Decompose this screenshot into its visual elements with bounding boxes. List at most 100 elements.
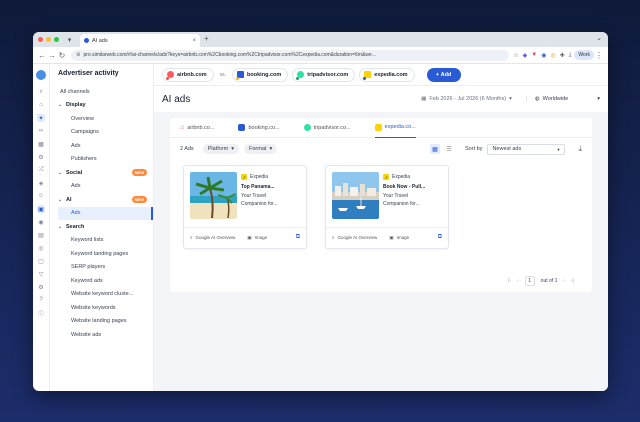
shuffle-icon[interactable]: ⤮ <box>37 166 45 174</box>
close-window-button[interactable] <box>38 37 43 42</box>
globe-icon: ◍ <box>534 96 540 102</box>
expedia-logo-icon <box>363 71 372 80</box>
sort-select[interactable]: Newest ads ▼ <box>487 143 566 155</box>
sidebar-section-display[interactable]: ⌄ Display <box>58 99 153 113</box>
ad-title: Top Panama... <box>241 184 275 190</box>
sidebar-item-keyword-lists[interactable]: Keyword lists <box>58 234 153 248</box>
megaphone-icon[interactable]: ◈ <box>37 179 45 187</box>
menu-icon[interactable]: ⋮ <box>594 51 604 60</box>
competitor-chip[interactable]: booking.com <box>232 67 289 82</box>
sidebar-item-website-ads[interactable]: Website ads <box>58 328 153 342</box>
ai-sparkle-icon[interactable]: ✦ <box>37 114 45 122</box>
minimize-window-button[interactable] <box>46 37 51 42</box>
home-icon[interactable]: ⌂ <box>37 101 45 109</box>
platform-filter[interactable]: Platform ▾ <box>202 144 240 154</box>
list-view-icon[interactable]: ☰ <box>444 144 454 154</box>
sidebar-section-ai[interactable]: ⌄ AI NEW <box>58 193 153 207</box>
competitor-chip[interactable]: expedia.com <box>359 67 415 82</box>
sidebar-item-website-landing-pages[interactable]: Website landing pages <box>58 315 153 329</box>
browser-tab[interactable]: AI ads × <box>80 34 200 47</box>
sidebar-item-social-ads[interactable]: Ads <box>58 180 153 194</box>
booking-logo-icon <box>238 124 246 131</box>
external-link-icon[interactable]: ⧉ <box>296 234 300 241</box>
sidebar-section-search[interactable]: ⌄ Search <box>58 220 153 234</box>
link-icon[interactable]: ∞ <box>37 127 45 135</box>
forward-icon[interactable]: → <box>47 51 57 60</box>
sidebar-item-publishers[interactable]: Publishers <box>58 153 153 167</box>
filter-icon[interactable]: ▽ <box>37 270 45 278</box>
ad-card[interactable]: ↗ Expedia Top Panama... Your Travel Comp… <box>183 165 307 249</box>
search-icon: ⌕ <box>332 235 335 240</box>
expedia-logo-icon <box>374 123 382 131</box>
tab-tripadvisor[interactable]: tripadvisor.co... <box>303 118 351 138</box>
site-info-icon[interactable]: ⚙ <box>76 52 80 58</box>
beach-image <box>190 172 237 219</box>
sidebar-item-display-ads[interactable]: Ads <box>58 139 153 153</box>
calendar-icon[interactable]: ▦ <box>37 140 45 148</box>
next-page-icon[interactable]: › <box>563 278 565 284</box>
tab-booking[interactable]: booking.co... <box>238 118 280 138</box>
ad-card-footer: ⌕ Google AI Overview ▣ Image ⧉ <box>326 227 448 247</box>
people-icon[interactable]: ☺ <box>37 192 45 200</box>
sidebar-item-website-keywords[interactable]: Website keywords <box>58 301 153 315</box>
sidebar-item-serp-players[interactable]: SERP players <box>58 261 153 275</box>
info-icon[interactable]: ⓘ <box>37 309 45 318</box>
ad-card-footer: ⌕ Google AI Overview ▣ Image ⧉ <box>184 227 306 247</box>
reload-icon[interactable]: ↻ <box>57 51 67 60</box>
help-icon[interactable]: ? <box>37 296 45 304</box>
puzzle-icon[interactable]: ✚ <box>560 52 565 59</box>
close-tab-icon[interactable]: × <box>192 38 196 44</box>
maximize-window-button[interactable] <box>54 37 59 42</box>
settings-icon[interactable]: ⚙ <box>37 283 45 291</box>
extension-icon[interactable]: ◎ <box>550 52 555 59</box>
region-dropdown[interactable]: ◍ Worldwide ▾ <box>525 96 600 102</box>
tab-expedia[interactable]: expedia.co... <box>374 118 416 138</box>
target-icon[interactable]: ◎ <box>37 244 45 252</box>
format-filter[interactable]: Format ▾ <box>244 144 278 154</box>
competitor-chip[interactable]: tripadvisor.com <box>292 67 356 82</box>
sidebar-item-keyword-ads[interactable]: Keyword ads <box>58 274 153 288</box>
competitor-name: booking.com <box>247 71 282 78</box>
last-page-icon[interactable]: ›| <box>571 278 574 284</box>
sidebar-item-website-keyword-clusters[interactable]: Website keyword cluste... <box>58 288 153 302</box>
document-icon[interactable]: ▢ <box>37 257 45 265</box>
download-icon[interactable]: ⤓ <box>569 52 572 59</box>
external-link-icon[interactable]: ⧉ <box>438 234 442 241</box>
tab-list-chevron-icon[interactable]: ⌄ <box>596 34 602 42</box>
ad-card[interactable]: ↗ Expedia Book Now - Pull... Your Travel… <box>325 165 449 249</box>
avatar[interactable] <box>36 70 46 80</box>
tab-search-icon[interactable]: ▾ <box>65 35 74 44</box>
sidebar-section-social[interactable]: ⌄ Social NEW <box>58 166 153 180</box>
sidebar-item-all-channels[interactable]: All channels <box>58 85 153 99</box>
search-icon[interactable]: ⌕ <box>37 88 45 96</box>
sidebar-item-campaigns[interactable]: Campaigns <box>58 126 153 140</box>
url-field[interactable]: ⚙ pro.similarweb.com/#/ai-channels/ads?k… <box>71 49 510 61</box>
profile-button[interactable]: Work <box>574 50 594 60</box>
new-tab-button[interactable]: + <box>204 34 209 43</box>
calendar-icon: ▦ <box>421 96 427 102</box>
tab-airbnb[interactable]: ⌂ airbnb.co... <box>180 118 214 138</box>
extension-icon[interactable]: ◉ <box>541 52 546 59</box>
download-icon[interactable]: ⤓ <box>578 144 582 154</box>
extension-icon[interactable]: ▼ <box>531 52 537 58</box>
first-page-icon[interactable]: |‹ <box>508 278 511 284</box>
page-number-input[interactable]: 1 <box>524 276 535 286</box>
date-range-dropdown[interactable]: ▦ Feb 2026 - Jul 2026 (6 Months) ▾ <box>421 96 512 102</box>
ad-card-body: ↗ Expedia Top Panama... Your Travel Comp… <box>184 166 306 227</box>
grid-view-icon[interactable]: ▦ <box>430 144 441 154</box>
ads-icon[interactable]: ▣ <box>37 205 45 213</box>
sidebar-item-overview[interactable]: Overview <box>58 112 153 126</box>
bookmark-star-icon[interactable]: ☆ <box>513 52 518 59</box>
sidebar-item-ai-ads[interactable]: Ads <box>58 206 153 220</box>
eye-icon[interactable]: ◉ <box>37 218 45 226</box>
competitor-chip[interactable]: airbnb.com <box>162 67 214 82</box>
gear-icon[interactable]: ⚙ <box>37 153 45 161</box>
prev-page-icon[interactable]: ‹ <box>517 278 519 284</box>
chart-icon[interactable]: ▤ <box>37 231 45 239</box>
add-competitor-button[interactable]: + Add <box>426 67 461 82</box>
sidebar-item-keyword-landing-pages[interactable]: Keyword landing pages <box>58 247 153 261</box>
extension-icon[interactable]: ◆ <box>523 52 528 59</box>
back-icon[interactable]: ← <box>37 51 47 60</box>
chevron-down-icon: ⌄ <box>58 223 63 230</box>
add-label: Add <box>440 71 452 78</box>
